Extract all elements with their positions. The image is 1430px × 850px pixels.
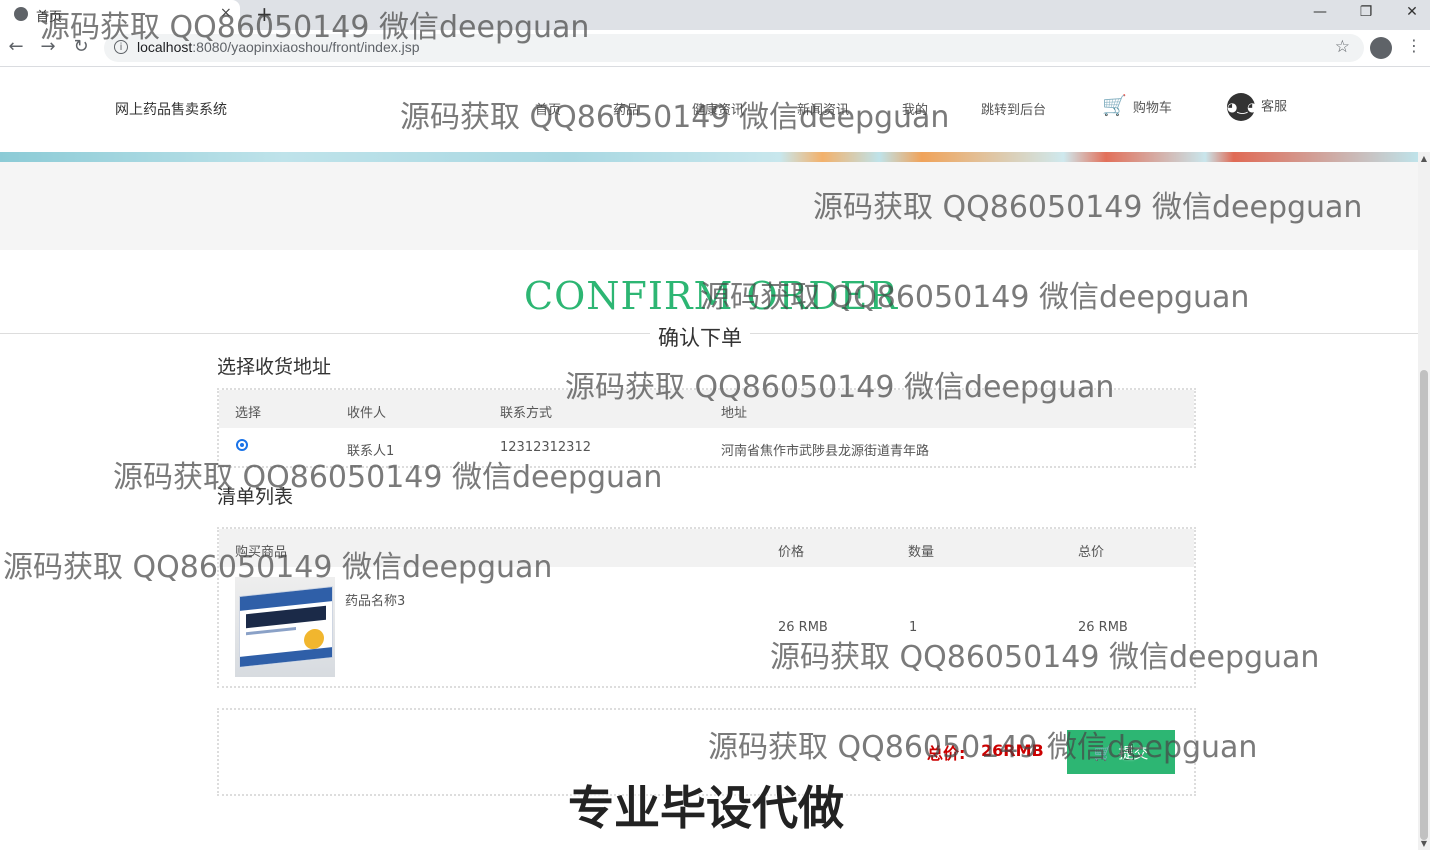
minimize-button[interactable]: — (1305, 4, 1335, 20)
site-logo[interactable]: 网上药品售卖系统 (115, 99, 227, 119)
watermark-text: 源码获取 QQ86050149 微信deepguan (113, 460, 663, 495)
col-contact: 联系方式 (500, 406, 553, 421)
page-title-cn: 确认下单 (650, 322, 750, 352)
close-window-button[interactable]: ✕ (1397, 4, 1427, 20)
scroll-up-icon[interactable]: ▲ (1418, 154, 1430, 163)
bookmark-star-icon[interactable]: ☆ (1335, 37, 1350, 57)
watermark-text: 源码获取 QQ86050149 微信deepguan (770, 640, 1320, 675)
back-icon[interactable]: ← (4, 36, 28, 57)
watermark-text: 源码获取 QQ86050149 微信deepguan (708, 730, 1258, 765)
col-total: 总价 (1078, 545, 1105, 560)
recipient-address: 河南省焦作市武陟县龙源街道青年路 (721, 444, 930, 459)
col-price: 价格 (778, 545, 805, 560)
scroll-thumb[interactable] (1420, 370, 1428, 840)
watermark-text: 源码获取 QQ86050149 微信deepguan (813, 190, 1363, 225)
nav-admin[interactable]: 跳转到后台 (981, 99, 1046, 118)
product-image[interactable] (235, 577, 335, 677)
watermark-text: 源码获取 QQ86050149 微信deepguan (3, 550, 553, 585)
cart-label: 购物车 (1132, 101, 1172, 116)
banner-strip (0, 152, 1418, 162)
address-section-title: 选择收货地址 (217, 356, 332, 378)
page-scrollbar[interactable]: ▲ ▼ (1418, 152, 1430, 850)
watermark-big-text: 专业毕设代做 (568, 781, 844, 835)
watermark-text: 源码获取 QQ86050149 微信deepguan (400, 100, 950, 135)
col-qty: 数量 (908, 545, 935, 560)
profile-icon[interactable] (1370, 37, 1392, 59)
cart-link[interactable]: 🛒 购物车 (1102, 93, 1172, 117)
scroll-down-icon[interactable]: ▼ (1418, 839, 1430, 848)
browser-menu-icon[interactable]: ⋮ (1406, 36, 1422, 55)
col-select: 选择 (235, 406, 262, 421)
wechat-icon: ◕‿◕ (1227, 93, 1258, 121)
cart-icon: 🛒 (1102, 93, 1127, 117)
watermark-text: 源码获取 QQ86050149 微信deepguan (40, 10, 590, 45)
watermark-text: 源码获取 QQ86050149 微信deepguan (700, 280, 1250, 315)
address-radio[interactable] (236, 439, 248, 451)
col-recipient: 收件人 (347, 406, 387, 421)
service-label: 客服 (1261, 99, 1288, 115)
watermark-text: 源码获取 QQ86050149 微信deepguan (565, 370, 1115, 405)
product-name[interactable]: 药品名称3 (345, 590, 405, 609)
service-link[interactable]: ◕‿◕ 客服 (1227, 93, 1287, 121)
restore-button[interactable]: ❐ (1351, 4, 1381, 20)
medicine-box-graphic (239, 586, 333, 668)
globe-icon (14, 7, 28, 21)
